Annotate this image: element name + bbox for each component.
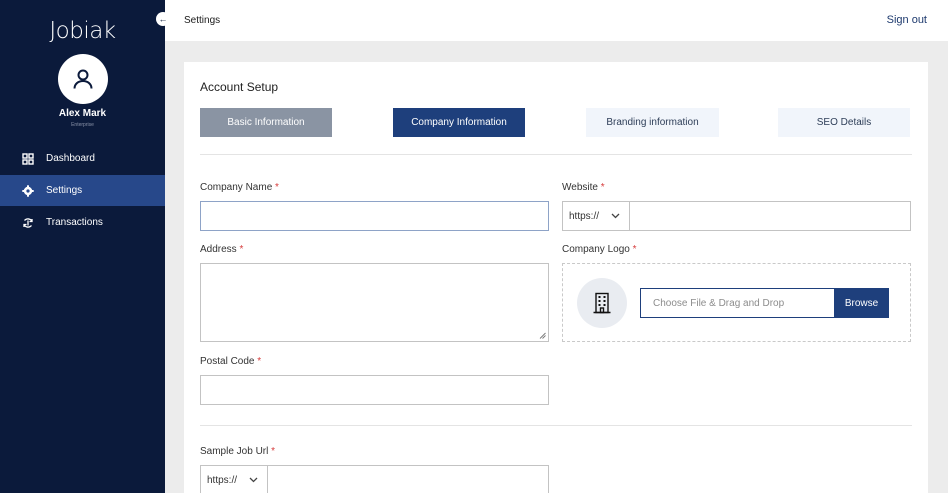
company-logo-label: Company Logo * bbox=[562, 244, 637, 255]
address-textarea[interactable] bbox=[201, 264, 548, 341]
resize-grip-icon[interactable] bbox=[539, 332, 546, 339]
arrow-left-icon: ← bbox=[158, 14, 168, 24]
file-input[interactable]: Choose File & Drag and Drop bbox=[640, 288, 834, 318]
divider bbox=[200, 425, 912, 426]
tab-company-information[interactable]: Company Information bbox=[393, 108, 525, 137]
user-icon bbox=[73, 69, 93, 89]
website-protocol-select[interactable]: https:// bbox=[563, 202, 630, 230]
company-name-field[interactable] bbox=[200, 201, 549, 231]
website-input-wrapper bbox=[630, 202, 910, 230]
card-title: Account Setup bbox=[200, 80, 279, 94]
page-title: Settings bbox=[184, 15, 221, 26]
chevron-down-icon bbox=[611, 213, 620, 219]
brand-logo[interactable]: Jobiak bbox=[0, 18, 165, 44]
website-label: Website * bbox=[562, 182, 605, 193]
transactions-icon bbox=[22, 217, 34, 229]
sample-job-url-field: https:// bbox=[200, 465, 549, 493]
sidebar: Jobiak Alex Mark Enterprise Dashboard Se… bbox=[0, 0, 165, 493]
sidebar-item-transactions[interactable]: Transactions bbox=[0, 207, 165, 238]
sidebar-item-label: Transactions bbox=[46, 217, 103, 228]
browse-button[interactable]: Browse bbox=[834, 288, 889, 318]
sidebar-item-dashboard[interactable]: Dashboard bbox=[0, 143, 165, 174]
website-field: https:// bbox=[562, 201, 911, 231]
company-name-label: Company Name * bbox=[200, 182, 279, 193]
postal-code-field[interactable] bbox=[200, 375, 549, 405]
company-name-input[interactable] bbox=[201, 202, 548, 230]
user-role: Enterprise bbox=[71, 122, 94, 128]
gear-icon bbox=[22, 184, 34, 197]
avatar[interactable] bbox=[58, 54, 108, 104]
tab-branding-information[interactable]: Branding information bbox=[586, 108, 719, 137]
address-label: Address * bbox=[200, 244, 244, 255]
sidebar-item-label: Settings bbox=[46, 185, 83, 196]
sidebar-item-label: Dashboard bbox=[46, 153, 95, 164]
sample-job-url-label: Sample Job Url * bbox=[200, 446, 276, 457]
sample-job-url-input[interactable] bbox=[268, 466, 548, 493]
user-name: Alex Mark bbox=[58, 108, 107, 119]
building-icon bbox=[593, 292, 611, 314]
sample-job-url-protocol-select[interactable]: https:// bbox=[201, 466, 268, 493]
chevron-down-icon bbox=[249, 477, 258, 483]
logo-dropzone[interactable]: Choose File & Drag and Drop Browse bbox=[562, 263, 911, 342]
account-setup-card: Account Setup Basic Information Company … bbox=[184, 62, 928, 493]
sidebar-item-settings[interactable]: Settings bbox=[0, 175, 165, 206]
address-field[interactable] bbox=[200, 263, 549, 342]
divider bbox=[200, 154, 912, 155]
dashboard-icon bbox=[22, 152, 34, 165]
sign-out-link[interactable]: Sign out bbox=[887, 14, 927, 26]
sample-job-url-input-wrapper bbox=[268, 466, 548, 493]
tab-basic-information[interactable]: Basic Information bbox=[200, 108, 332, 137]
postal-code-input[interactable] bbox=[201, 376, 548, 404]
tab-seo-details[interactable]: SEO Details bbox=[778, 108, 910, 137]
top-bar: Settings Sign out bbox=[165, 0, 948, 41]
website-input[interactable] bbox=[630, 202, 910, 230]
logo-preview bbox=[577, 278, 627, 328]
postal-code-label: Postal Code * bbox=[200, 356, 262, 367]
collapse-sidebar-button[interactable]: ← bbox=[156, 12, 170, 26]
